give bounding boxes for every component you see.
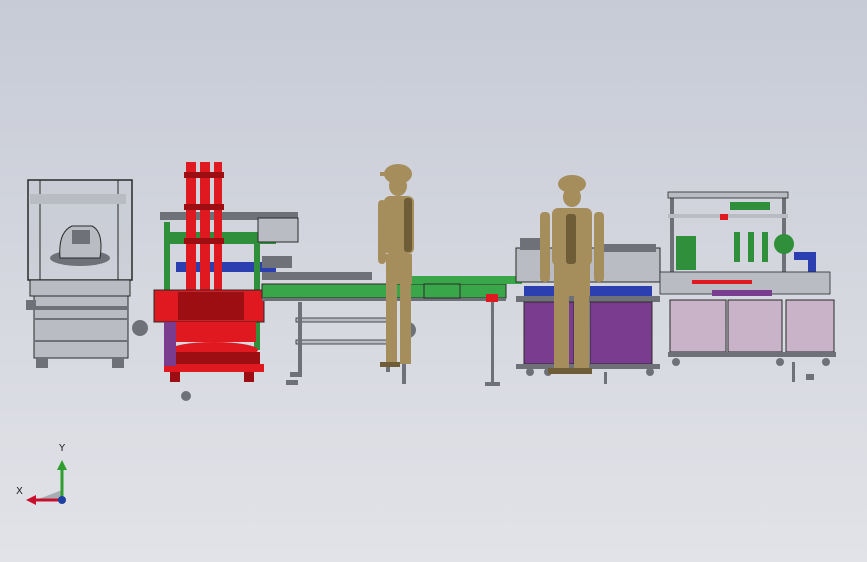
- cad-viewport[interactable]: Y X: [0, 0, 867, 562]
- x-axis-label: X: [16, 486, 23, 497]
- z-axis-marker: [58, 496, 66, 504]
- y-axis-label: Y: [59, 443, 66, 454]
- assembly-line-scene: [0, 0, 867, 562]
